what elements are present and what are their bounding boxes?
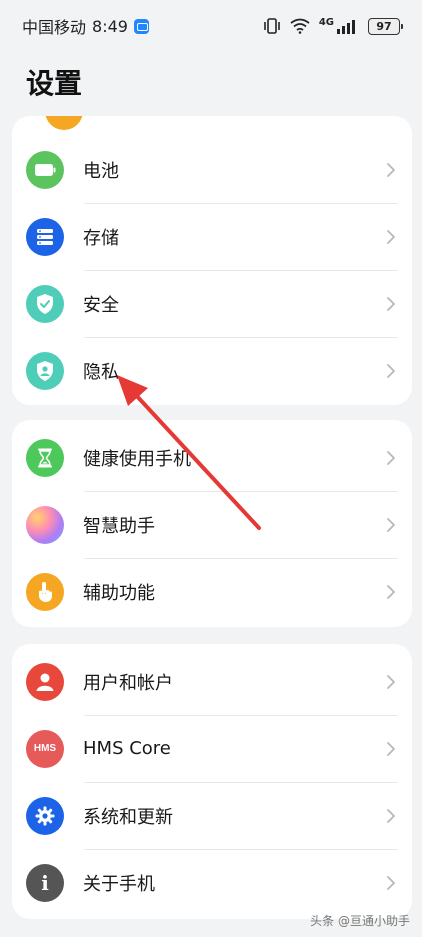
status-left: 中国移动 8:49 [22, 14, 149, 38]
hms-icon-text: HMS [33, 743, 57, 754]
battery-icon [26, 150, 64, 189]
chevron-right-icon [387, 162, 395, 177]
privacy-icon [26, 351, 64, 390]
settings-item-accessibility[interactable]: 辅助功能 [12, 558, 412, 625]
status-bar: 中国移动 8:49 4G 97 [0, 0, 422, 52]
shield-check-icon [26, 284, 64, 323]
info-icon-glyph: i [41, 870, 49, 895]
vibrate-icon [264, 18, 280, 34]
smart-assistant-icon [26, 505, 64, 544]
settings-item-battery[interactable]: 电池 [12, 136, 412, 203]
settings-item-storage[interactable]: 存储 [12, 203, 412, 270]
settings-group-system: 用户和帐户 HMS HMS Core 系统和更新 i 关于手机 [12, 644, 412, 919]
settings-item-security[interactable]: 安全 [12, 270, 412, 337]
settings-item-label: HMS Core [83, 738, 171, 759]
chevron-right-icon [387, 517, 395, 532]
settings-item-label: 隐私 [83, 361, 119, 383]
settings-item-label: 辅助功能 [83, 582, 155, 604]
chevron-right-icon [387, 808, 395, 823]
status-right: 4G 97 [263, 16, 403, 35]
network-type-label: 4G [318, 16, 334, 28]
hourglass-icon [26, 438, 64, 477]
page-title: 设置 [26, 67, 83, 100]
wifi-icon [290, 18, 310, 34]
settings-item-label: 存储 [83, 227, 119, 249]
chevron-right-icon [387, 229, 395, 244]
gear-icon [26, 796, 64, 835]
hand-icon [26, 572, 64, 611]
info-icon: i [26, 863, 64, 902]
carrier-name: 中国移动 [22, 18, 87, 37]
notification-app-icon [133, 18, 149, 34]
user-icon [26, 662, 64, 701]
chevron-right-icon [387, 875, 395, 890]
settings-item-about-phone[interactable]: i 关于手机 [12, 849, 412, 916]
settings-item-label: 关于手机 [83, 873, 155, 895]
signal-icon [337, 20, 355, 34]
chevron-right-icon [387, 296, 395, 311]
settings-item-label: 用户和帐户 [83, 672, 173, 694]
settings-item-label: 健康使用手机 [83, 448, 191, 470]
chevron-right-icon [387, 584, 395, 599]
settings-group-assist: 健康使用手机 智慧助手 辅助功能 [12, 420, 412, 627]
chevron-right-icon [387, 450, 395, 465]
battery-indicator: 97 [368, 17, 403, 35]
scrolled-item-remnant [12, 116, 412, 136]
chevron-right-icon [387, 741, 395, 756]
chevron-right-icon [387, 674, 395, 689]
settings-item-privacy[interactable]: 隐私 [12, 337, 412, 404]
storage-icon [26, 217, 64, 256]
settings-item-smart-assistant[interactable]: 智慧助手 [12, 491, 412, 558]
settings-item-system-update[interactable]: 系统和更新 [12, 782, 412, 849]
settings-item-label: 电池 [83, 160, 119, 182]
settings-item-label: 安全 [83, 294, 119, 316]
settings-item-label: 系统和更新 [83, 806, 173, 828]
chevron-right-icon [387, 363, 395, 378]
watermark: 头条 @亘通小助手 [310, 914, 410, 928]
settings-item-hms-core[interactable]: HMS HMS Core [12, 715, 412, 782]
clock: 8:49 [92, 16, 128, 36]
settings-item-accounts[interactable]: 用户和帐户 [12, 648, 412, 715]
hms-icon: HMS [26, 729, 64, 768]
settings-group-device: 电池 存储 安全 隐私 [12, 116, 412, 405]
settings-item-digital-balance[interactable]: 健康使用手机 [12, 424, 412, 491]
settings-item-label: 智慧助手 [83, 515, 155, 537]
